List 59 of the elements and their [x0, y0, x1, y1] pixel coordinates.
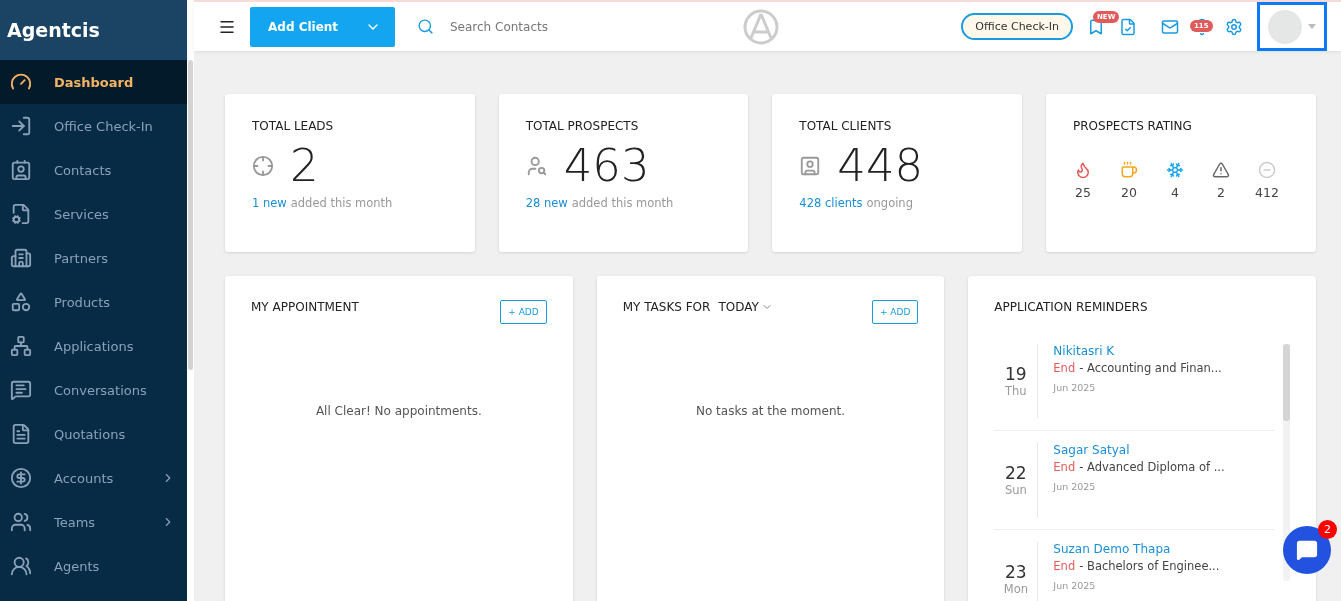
panel-title: MY TASKS FOR [622, 300, 711, 314]
sidebar-item[interactable]: Dashboard [0, 60, 187, 104]
reminder-status: End [1053, 559, 1076, 573]
add-button[interactable]: + ADD [500, 300, 547, 324]
rating-count: 412 [1255, 185, 1279, 200]
sidebar-item[interactable]: Agents [0, 544, 187, 588]
sidebar-item[interactable]: Partners [0, 236, 187, 280]
stat-caption: added this month [290, 196, 393, 210]
stat-value: 2 [290, 143, 319, 188]
reminder-name[interactable]: Sagar Satyal [1053, 443, 1225, 457]
rating-count: 2 [1217, 185, 1225, 200]
chat-badge: 2 [1318, 520, 1337, 539]
reminder-weekday: Sun [1004, 483, 1027, 497]
card-title: TOTAL CLIENTS [799, 119, 893, 133]
brand-logo[interactable]: Agentcis [0, 0, 187, 60]
sidebar-item[interactable]: Quotations [0, 412, 187, 456]
sidebar-item[interactable]: Services [0, 192, 187, 236]
stat-caption: ongoing [866, 196, 913, 210]
card-title: TOTAL LEADS [252, 119, 335, 133]
reminder-status: End [1053, 460, 1076, 474]
sidebar-item[interactable]: Conversations [0, 368, 187, 412]
sidebar-item[interactable]: Applications [0, 324, 187, 368]
empty-message: All Clear! No appointments. [314, 404, 483, 418]
sidebar-item[interactable]: Accounts [0, 456, 187, 500]
reminder-weekday: Thu [1005, 384, 1027, 398]
sidebar-item[interactable]: Office Check-In [0, 104, 187, 148]
reminder-detail: - Advanced Diploma of ... [1079, 460, 1225, 474]
filter-dropdown[interactable]: TODAY [718, 300, 773, 314]
sidebar-item[interactable]: Teams [0, 500, 187, 544]
reminder-month: Jun 2025 [1053, 481, 1097, 492]
panel-title: APPLICATION REMINDERS [994, 300, 1149, 314]
reminder-day: 23 [1005, 562, 1027, 582]
rating-count: 20 [1121, 185, 1137, 200]
card-title: PROSPECTS RATING [1073, 119, 1193, 133]
rating-count: 25 [1075, 185, 1091, 200]
sidebar-item[interactable]: Contacts [0, 148, 187, 192]
reminder-day: 19 [1005, 364, 1027, 384]
empty-message: No tasks at the moment. [694, 404, 847, 418]
stat-value: 448 [837, 143, 924, 188]
rating-count: 4 [1171, 185, 1179, 200]
reminder-month: Jun 2025 [1053, 382, 1097, 393]
panel-title: MY APPOINTMENT [251, 300, 359, 314]
reminder-detail: - Bachelors of Enginee... [1079, 559, 1220, 573]
reminder-weekday: Mon [1003, 582, 1028, 596]
reminder-name[interactable]: Nikitasri K [1053, 344, 1222, 358]
stat-link[interactable]: 428 clients [799, 196, 863, 210]
reminder-status: End [1053, 361, 1076, 375]
add-button[interactable]: + ADD [871, 300, 919, 324]
stat-value: 463 [563, 143, 650, 188]
card-title: TOTAL PROSPECTS [525, 119, 640, 133]
stat-caption: added this month [571, 196, 674, 210]
stat-link[interactable]: 28 new [525, 196, 568, 210]
reminder-name[interactable]: Suzan Demo Thapa [1053, 542, 1220, 556]
sidebar-item[interactable]: Products [0, 280, 187, 324]
office-check-in-button[interactable]: Office Check-In [961, 13, 1073, 40]
reminder-day: 22 [1005, 463, 1027, 483]
reminder-detail: - Accounting and Finan... [1079, 361, 1222, 375]
stat-link[interactable]: 1 new [252, 196, 287, 210]
reminder-month: Jun 2025 [1053, 580, 1097, 591]
